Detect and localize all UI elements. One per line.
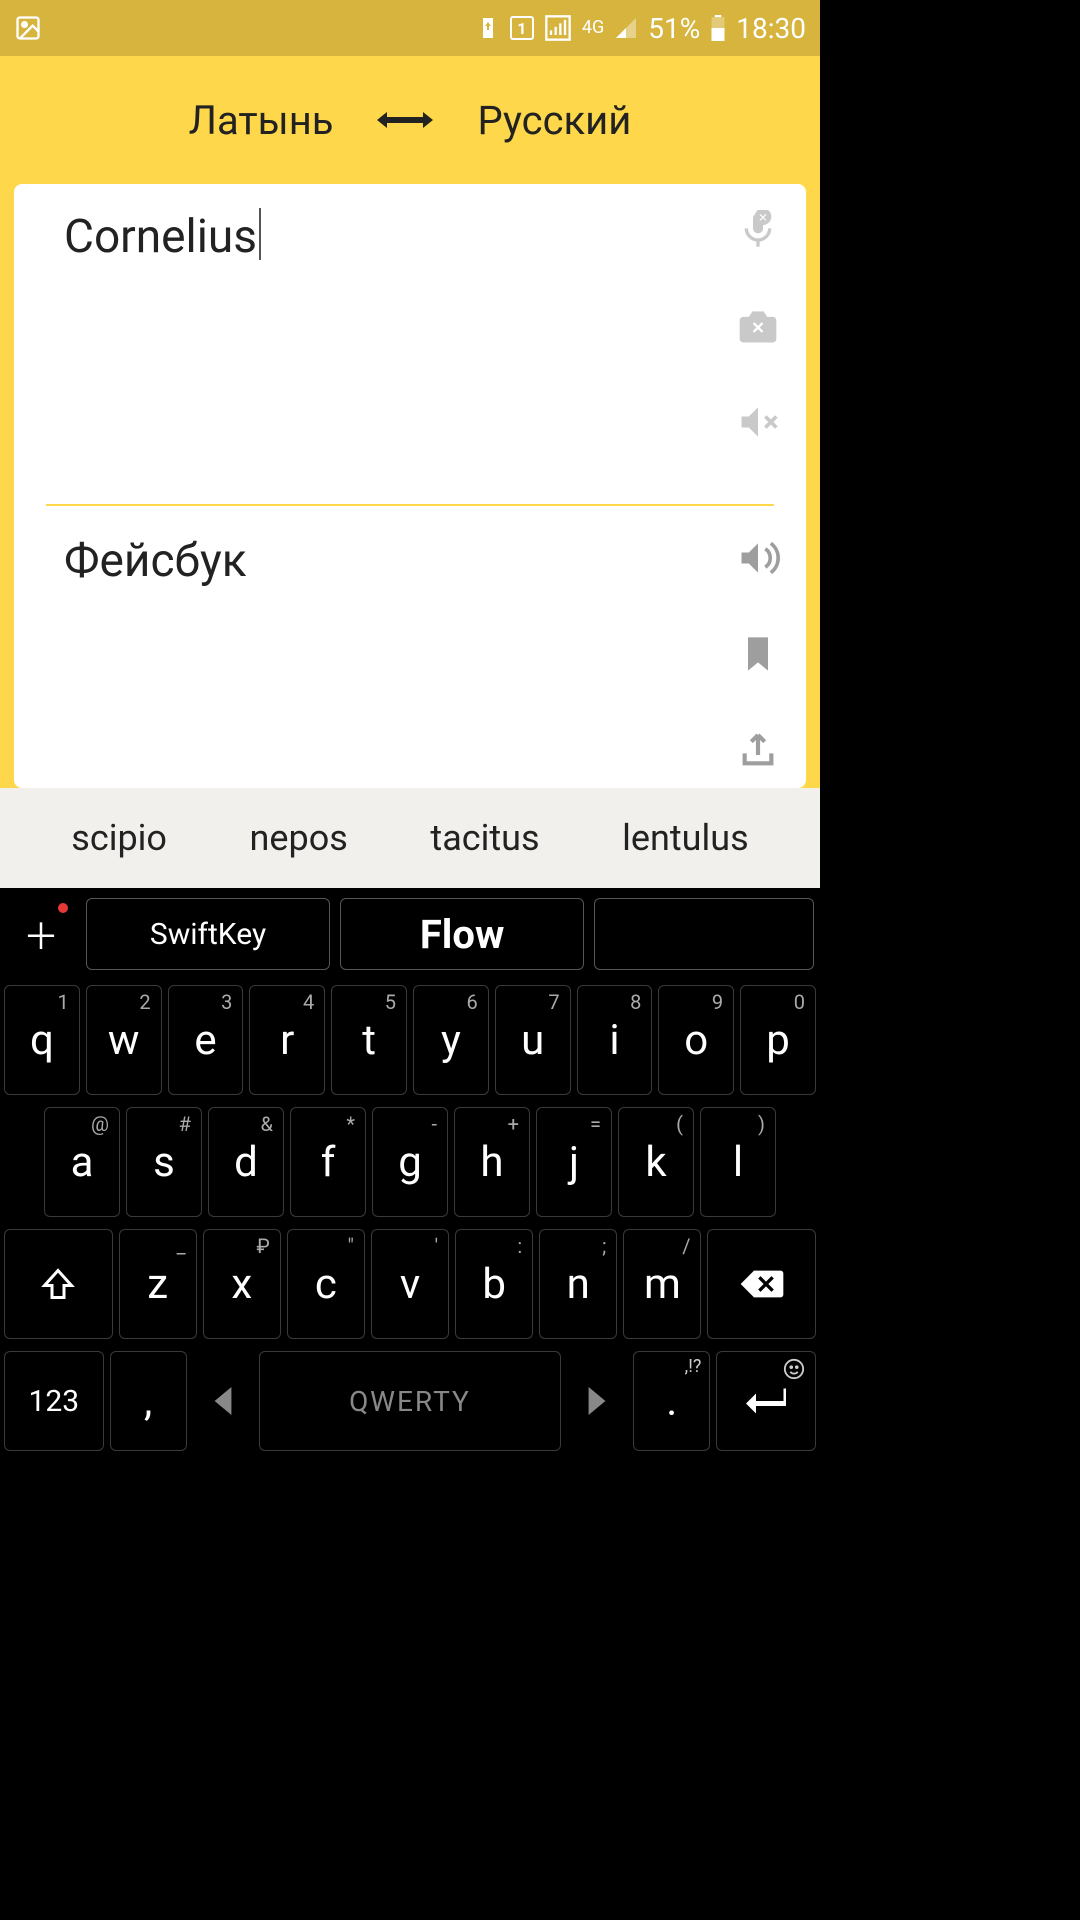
key-g[interactable]: -g <box>372 1107 448 1217</box>
keyboard-row-4: 123 , QWERTY ,!? . <box>4 1351 816 1451</box>
key-v[interactable]: 'v <box>371 1229 449 1339</box>
key-h[interactable]: +h <box>454 1107 530 1217</box>
period-alt-label: ,!? <box>685 1356 702 1377</box>
key-i[interactable]: 8i <box>577 985 653 1095</box>
keyboard-mode-key[interactable]: Flow <box>340 898 584 970</box>
enter-key[interactable] <box>716 1351 816 1451</box>
emoji-icon <box>783 1358 805 1384</box>
shift-key[interactable] <box>4 1229 113 1339</box>
camera-icon[interactable]: ✕ <box>734 302 782 350</box>
key-b[interactable]: :b <box>455 1229 533 1339</box>
picture-icon <box>14 14 42 42</box>
signal-icon <box>614 16 638 40</box>
keyboard-rows: 1q2w3e4r5t6y7u8i9o0p @a#s&d*f-g+h=j(k)l … <box>0 982 820 1460</box>
key-w[interactable]: 2w <box>86 985 162 1095</box>
numbers-key[interactable]: 123 <box>4 1351 104 1451</box>
suggestion-strip: scipio nepos tacitus lentulus <box>0 788 820 888</box>
share-icon[interactable] <box>734 726 782 774</box>
keyboard-plus-button[interactable]: ＋ <box>6 899 76 969</box>
key-x[interactable]: ₽x <box>203 1229 281 1339</box>
language-header: Латынь Русский <box>0 56 820 184</box>
keyboard-row-3: _z₽x"c'v:b;n/m <box>4 1229 816 1339</box>
key-l[interactable]: )l <box>700 1107 776 1217</box>
translation-area: Cornelius ✕ ✕ Фейсбук <box>0 184 820 788</box>
target-language[interactable]: Русский <box>477 97 631 144</box>
source-text[interactable]: Cornelius <box>64 210 257 264</box>
key-j[interactable]: =j <box>536 1107 612 1217</box>
source-tools: ✕ ✕ <box>734 206 782 446</box>
suggestion[interactable]: tacitus <box>430 817 539 859</box>
backspace-key[interactable] <box>707 1229 816 1339</box>
source-language[interactable]: Латынь <box>189 97 334 144</box>
key-r[interactable]: 4r <box>249 985 325 1095</box>
left-arrow-key[interactable] <box>193 1351 253 1451</box>
key-c[interactable]: "c <box>287 1229 365 1339</box>
keyboard-row-1: 1q2w3e4r5t6y7u8i9o0p <box>4 985 816 1095</box>
speaker-icon[interactable] <box>734 534 782 582</box>
suggestion[interactable]: nepos <box>250 817 348 859</box>
status-bar: 1 4G 51% 18:30 <box>0 0 820 56</box>
svg-text:✕: ✕ <box>751 319 765 338</box>
mic-icon[interactable]: ✕ <box>734 206 782 254</box>
suggestion[interactable]: lentulus <box>622 817 749 859</box>
comma-key[interactable]: , <box>110 1351 187 1451</box>
source-pane[interactable]: Cornelius ✕ ✕ <box>14 184 806 504</box>
download-icon <box>476 16 500 40</box>
target-text: Фейсбук <box>64 534 247 588</box>
key-d[interactable]: &d <box>208 1107 284 1217</box>
keyboard-top-row: ＋ SwiftKey Flow <box>0 892 820 982</box>
keyboard-row-2: @a#s&d*f-g+h=j(k)l <box>4 1107 816 1217</box>
key-u[interactable]: 7u <box>495 985 571 1095</box>
sim-icon: 1 <box>510 16 534 40</box>
speaker-muted-icon[interactable] <box>734 398 782 446</box>
key-f[interactable]: *f <box>290 1107 366 1217</box>
bookmark-icon[interactable] <box>734 630 782 678</box>
status-left <box>14 14 42 42</box>
keyboard-blank-key[interactable] <box>594 898 814 970</box>
key-m[interactable]: /m <box>623 1229 701 1339</box>
translation-card: Cornelius ✕ ✕ Фейсбук <box>14 184 806 788</box>
key-k[interactable]: (k <box>618 1107 694 1217</box>
keyboard: ＋ SwiftKey Flow 1q2w3e4r5t6y7u8i9o0p @a#… <box>0 888 820 1460</box>
key-s[interactable]: #s <box>126 1107 202 1217</box>
period-key[interactable]: ,!? . <box>633 1351 710 1451</box>
battery-icon <box>710 15 726 41</box>
network-label: 4G <box>582 19 604 37</box>
key-z[interactable]: _z <box>119 1229 197 1339</box>
target-pane: Фейсбук <box>14 506 806 788</box>
key-t[interactable]: 5t <box>331 985 407 1095</box>
screen: 1 4G 51% 18:30 Латынь Русский Cornelius <box>0 0 820 1460</box>
svg-text:✕: ✕ <box>758 211 768 225</box>
signal-box-icon <box>544 14 572 42</box>
key-o[interactable]: 9o <box>658 985 734 1095</box>
battery-pct: 51% <box>648 12 700 45</box>
target-tools <box>734 534 782 774</box>
key-y[interactable]: 6y <box>413 985 489 1095</box>
right-arrow-key[interactable] <box>567 1351 627 1451</box>
clock: 18:30 <box>736 12 806 45</box>
suggestion[interactable]: scipio <box>71 817 167 859</box>
key-a[interactable]: @a <box>44 1107 120 1217</box>
space-key[interactable]: QWERTY <box>259 1351 561 1451</box>
key-e[interactable]: 3e <box>168 985 244 1095</box>
swap-icon[interactable] <box>377 108 433 132</box>
key-q[interactable]: 1q <box>4 985 80 1095</box>
text-cursor <box>259 208 261 260</box>
key-n[interactable]: ;n <box>539 1229 617 1339</box>
notification-dot-icon <box>58 903 68 913</box>
key-p[interactable]: 0p <box>740 985 816 1095</box>
status-right: 1 4G 51% 18:30 <box>476 12 806 45</box>
keyboard-brand-key[interactable]: SwiftKey <box>86 898 330 970</box>
